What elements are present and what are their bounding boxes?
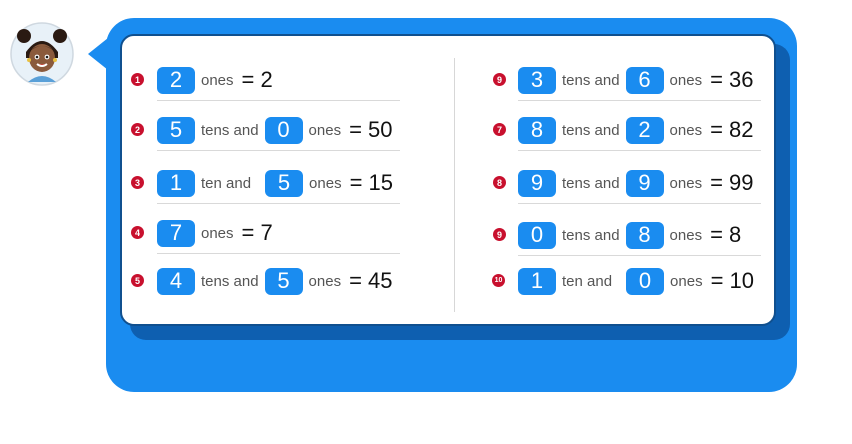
question-number-badge: 7 [493,123,506,136]
digit-box: 1 [518,267,556,295]
digit-box: 0 [626,267,665,295]
digit-box: 5 [157,116,195,144]
place-value-word: ones [669,226,703,244]
question-row: 1 ten and 5 ones = 15 [157,163,400,204]
question-row: 0 tens and 8 ones = 8 [518,215,761,256]
question-number-badge: 10 [492,274,505,287]
digit-box: 2 [625,116,664,144]
place-value-word: tens and [562,174,620,192]
digit-box: 9 [518,169,556,197]
place-value-word: tens and [562,226,620,244]
place-value-word: tens and [562,71,620,89]
place-value-word: tens and [201,272,259,290]
place-value-word: ten and [201,174,252,192]
question-number-badge: 2 [131,123,144,136]
place-value-word: ones [670,272,703,290]
question-row: 5 tens and 0 ones = 50 [157,110,400,151]
question-row: 7 ones = 7 [157,213,400,254]
place-value-word: ten and [562,272,613,290]
speech-bubble-tail [88,38,108,70]
digit-box: 6 [625,66,664,94]
equation-result: = 2 [241,67,273,92]
equation-result: = 82 [710,117,754,142]
digit-box: 0 [264,116,303,144]
equation-result: = 8 [710,222,742,247]
question-number-badge: 4 [131,226,144,239]
place-value-word: tens and [201,121,259,139]
equation-result: = 15 [349,170,394,195]
place-value-word: ones [309,174,342,192]
question-row: 8 tens and 2 ones = 82 [518,110,761,151]
digit-box: 5 [265,169,304,197]
equation-result: = 50 [349,117,393,142]
digit-box: 8 [625,221,664,249]
digit-box: 1 [157,169,195,197]
question-row: 9 tens and 9 ones = 99 [518,163,761,204]
equation-result: = 45 [349,268,393,293]
question-number-badge: 8 [493,176,506,189]
question-row: 4 tens and 5 ones = 45 [157,261,400,301]
girl-avatar-icon [10,22,74,86]
equation-result: = 7 [241,220,273,245]
place-value-word: ones [669,71,703,89]
question-number-badge: 9 [493,73,506,86]
place-value-word: ones [669,121,703,139]
question-row: 3 tens and 6 ones = 36 [518,60,761,101]
place-value-word: tens and [562,121,620,139]
equation-result: = 99 [710,170,754,195]
digit-box: 4 [157,267,195,295]
digit-box: 3 [518,66,556,94]
digit-box: 5 [264,267,303,295]
digit-box: 8 [518,116,556,144]
place-value-word: ones [308,272,342,290]
question-number-badge: 5 [131,274,144,287]
equation-result: = 10 [710,268,755,293]
digit-box: 2 [157,66,195,94]
question-number-badge: 1 [131,73,144,86]
question-row: 2 ones = 2 [157,60,400,101]
place-value-word: ones [201,224,234,242]
column-divider [454,58,455,312]
question-number-badge: 3 [131,176,144,189]
equation-result: = 36 [710,67,754,92]
place-value-word: ones [201,71,234,89]
place-value-word: ones [669,174,703,192]
question-number-badge: 9 [493,228,506,241]
digit-box: 0 [518,221,556,249]
digit-box: 9 [625,169,664,197]
place-value-word: ones [308,121,342,139]
question-row: 1 ten and 0 ones = 10 [518,261,761,301]
digit-box: 7 [157,219,195,247]
